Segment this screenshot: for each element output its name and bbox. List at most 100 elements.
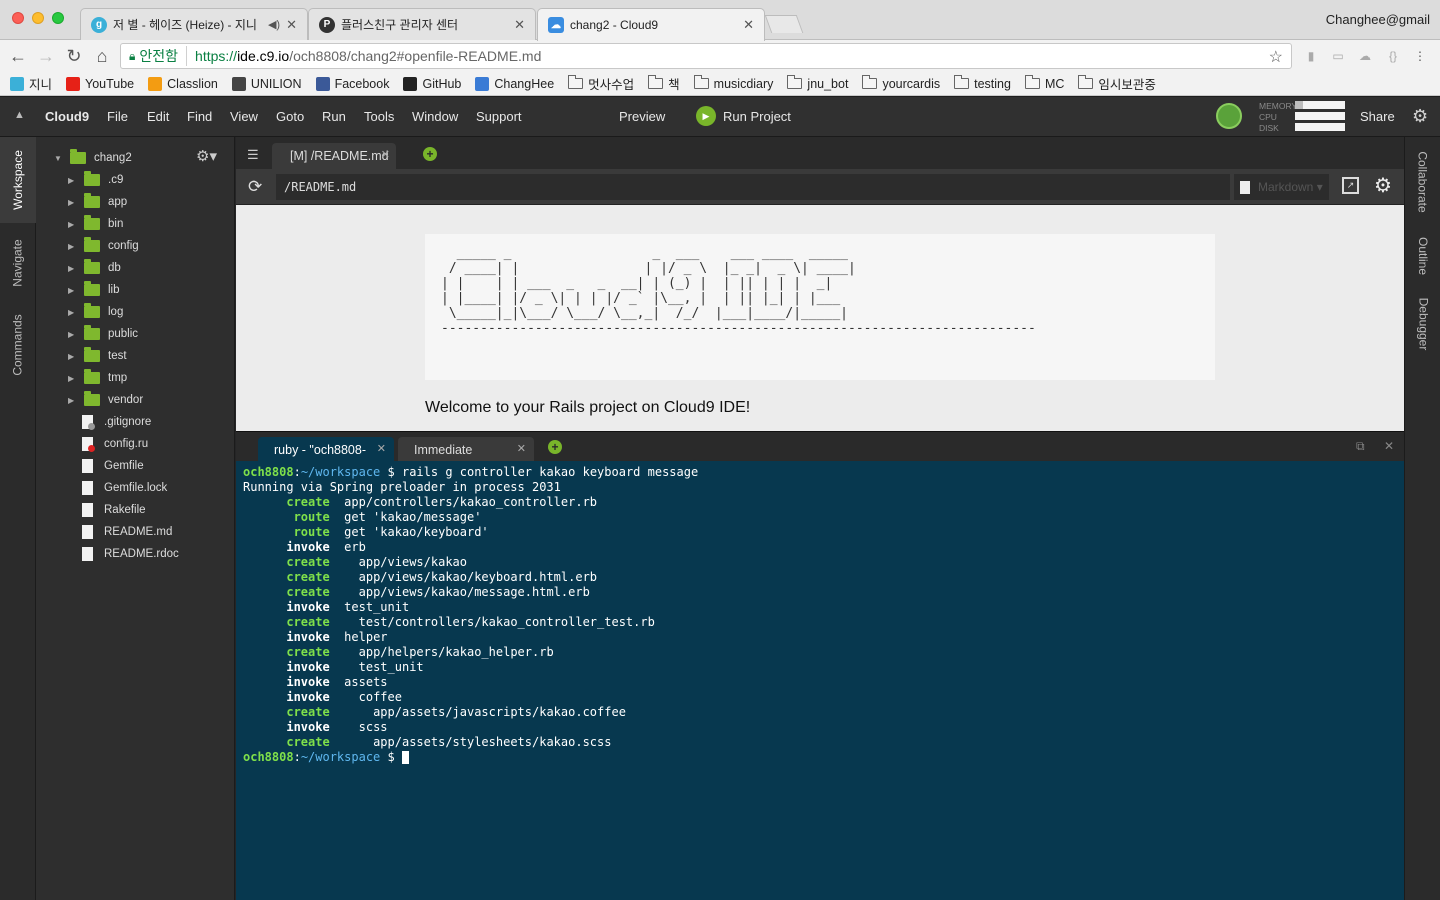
- tree-file[interactable]: .gitignore: [82, 412, 151, 432]
- zoom-window-button[interactable]: [52, 12, 64, 24]
- tree-root-chang2[interactable]: ▼ chang2: [54, 148, 132, 168]
- collapsed-arrow-icon[interactable]: ▶: [68, 286, 78, 295]
- bookmark-item[interactable]: UNILION: [231, 76, 302, 91]
- collapsed-arrow-icon[interactable]: ▶: [68, 242, 78, 251]
- tab-terminal-ruby[interactable]: ruby - "och8808- ✕: [258, 437, 394, 462]
- bookmark-item[interactable]: 임시보관중: [1078, 74, 1156, 93]
- panel-tab-collaborate[interactable]: Collaborate: [1405, 139, 1440, 225]
- reload-preview-icon[interactable]: ⟳: [248, 177, 268, 197]
- forward-arrow-icon[interactable]: →: [34, 44, 58, 68]
- bookmark-item[interactable]: jnu_bot: [787, 75, 848, 91]
- preview-button[interactable]: Preview: [619, 109, 665, 124]
- close-window-button[interactable]: [12, 12, 24, 24]
- browser-tab-cloud9[interactable]: ☁ chang2 - Cloud9 ✕: [537, 8, 765, 41]
- close-tab-icon[interactable]: ✕: [377, 442, 386, 455]
- tree-folder[interactable]: ▶ public: [68, 324, 138, 344]
- speaker-icon[interactable]: ◀): [268, 18, 280, 31]
- tree-file[interactable]: Gemfile: [82, 456, 144, 476]
- collapsed-arrow-icon[interactable]: ▶: [68, 176, 78, 185]
- extension-icon[interactable]: ▭: [1330, 48, 1346, 64]
- close-tab-icon[interactable]: ✕: [517, 442, 526, 455]
- tree-folder[interactable]: ▶ bin: [68, 214, 123, 234]
- minimize-window-button[interactable]: [32, 12, 44, 24]
- collapse-menu-icon[interactable]: ▲: [14, 109, 25, 121]
- panel-tab-outline[interactable]: Outline: [1405, 231, 1440, 281]
- bookmark-star-icon[interactable]: ☆: [1269, 47, 1283, 67]
- tree-folder[interactable]: ▶ test: [68, 346, 127, 366]
- menu-window[interactable]: Window: [412, 109, 458, 124]
- browser-tab-plusfriend[interactable]: P 플러스친구 관리자 센터 ✕: [308, 8, 536, 40]
- menu-run[interactable]: Run: [322, 109, 346, 124]
- bookmark-item[interactable]: YouTube: [66, 76, 134, 91]
- profile-name[interactable]: Changhee@gmail: [1326, 12, 1430, 27]
- tab-immediate[interactable]: Immediate ✕: [398, 437, 534, 462]
- preview-path-field[interactable]: /README.md: [276, 174, 1230, 200]
- json-icon[interactable]: {}: [1385, 48, 1401, 64]
- collapsed-arrow-icon[interactable]: ▶: [68, 308, 78, 317]
- menu-find[interactable]: Find: [187, 109, 212, 124]
- menu-file[interactable]: File: [107, 109, 128, 124]
- bookmark-item[interactable]: 멋사수업: [568, 74, 634, 93]
- tree-folder[interactable]: ▶ lib: [68, 280, 120, 300]
- tree-settings-gear-icon[interactable]: ⚙▾: [196, 147, 217, 165]
- bookmark-item[interactable]: testing: [954, 75, 1011, 91]
- tree-folder[interactable]: ▶ app: [68, 192, 127, 212]
- extension-icon[interactable]: ▮: [1303, 48, 1319, 64]
- menu-tools[interactable]: Tools: [364, 109, 394, 124]
- panel-tab-debugger[interactable]: Debugger: [1405, 293, 1440, 355]
- collapsed-arrow-icon[interactable]: ▶: [68, 352, 78, 361]
- menu-view[interactable]: View: [230, 109, 258, 124]
- bookmark-item[interactable]: Facebook: [315, 76, 389, 91]
- tree-folder[interactable]: ▶ .c9: [68, 170, 123, 190]
- tree-file[interactable]: Rakefile: [82, 500, 146, 520]
- menu-support[interactable]: Support: [476, 109, 522, 124]
- close-tab-icon[interactable]: ✕: [514, 17, 525, 33]
- browser-tab-genie[interactable]: g 저 별 - 헤이즈 (Heize) - 지니 ◀) ✕: [80, 8, 308, 40]
- tree-folder[interactable]: ▶ tmp: [68, 368, 127, 388]
- expanded-arrow-icon[interactable]: ▼: [54, 154, 64, 163]
- close-tab-icon[interactable]: ✕: [286, 17, 297, 33]
- panel-tab-navigate[interactable]: Navigate: [0, 225, 36, 301]
- address-bar[interactable]: 🔒︎ 안전함 https:// ide.c9.io /och8808/chang…: [120, 43, 1292, 69]
- collapsed-arrow-icon[interactable]: ▶: [68, 396, 78, 405]
- close-tab-icon[interactable]: ✕: [743, 17, 754, 33]
- back-arrow-icon[interactable]: ←: [6, 44, 30, 68]
- panel-tab-workspace[interactable]: Workspace: [0, 137, 36, 223]
- bookmark-item[interactable]: musicdiary: [693, 75, 773, 91]
- menu-edit[interactable]: Edit: [147, 109, 169, 124]
- avatar[interactable]: [1216, 103, 1242, 129]
- collapsed-arrow-icon[interactable]: ▶: [68, 220, 78, 229]
- home-icon[interactable]: ⌂: [90, 44, 114, 68]
- tree-folder[interactable]: ▶ db: [68, 258, 121, 278]
- tree-folder[interactable]: ▶ config: [68, 236, 139, 256]
- resource-stats[interactable]: MEMORY CPU DISK: [1259, 101, 1297, 134]
- tree-folder[interactable]: ▶ vendor: [68, 390, 143, 410]
- add-tab-icon[interactable]: +: [423, 147, 437, 161]
- maximize-pane-icon[interactable]: ⧉: [1356, 439, 1365, 454]
- collapsed-arrow-icon[interactable]: ▶: [68, 264, 78, 273]
- tree-folder[interactable]: ▶ log: [68, 302, 123, 322]
- menu-goto[interactable]: Goto: [276, 109, 304, 124]
- bookmark-item[interactable]: MC: [1024, 75, 1064, 91]
- drive-icon[interactable]: ☁: [1357, 48, 1373, 64]
- bookmark-item[interactable]: 지니: [10, 74, 52, 93]
- bookmark-item[interactable]: yourcardis: [862, 75, 940, 91]
- new-tab-button[interactable]: [764, 15, 804, 33]
- panel-tab-commands[interactable]: Commands: [0, 303, 36, 387]
- bookmark-item[interactable]: GitHub: [403, 76, 461, 91]
- preview-settings-gear-icon[interactable]: ⚙: [1374, 173, 1392, 198]
- menu-dots-icon[interactable]: ⋮: [1412, 48, 1428, 64]
- collapsed-arrow-icon[interactable]: ▶: [68, 374, 78, 383]
- terminal-output[interactable]: och8808:~/workspace $ rails g controller…: [236, 461, 1404, 900]
- popout-icon[interactable]: ↗: [1342, 177, 1359, 194]
- close-tab-icon[interactable]: ✕: [381, 148, 390, 161]
- tree-file[interactable]: Gemfile.lock: [82, 478, 167, 498]
- settings-gear-icon[interactable]: ⚙: [1412, 106, 1428, 127]
- share-button[interactable]: Share: [1360, 109, 1395, 124]
- tree-file[interactable]: README.rdoc: [82, 544, 179, 564]
- bookmark-item[interactable]: Classlion: [148, 76, 218, 91]
- add-terminal-tab-icon[interactable]: +: [548, 440, 562, 454]
- collapsed-arrow-icon[interactable]: ▶: [68, 198, 78, 207]
- cloud9-menu[interactable]: Cloud9: [45, 109, 89, 124]
- run-project-button[interactable]: ▶ Run Project: [696, 106, 791, 126]
